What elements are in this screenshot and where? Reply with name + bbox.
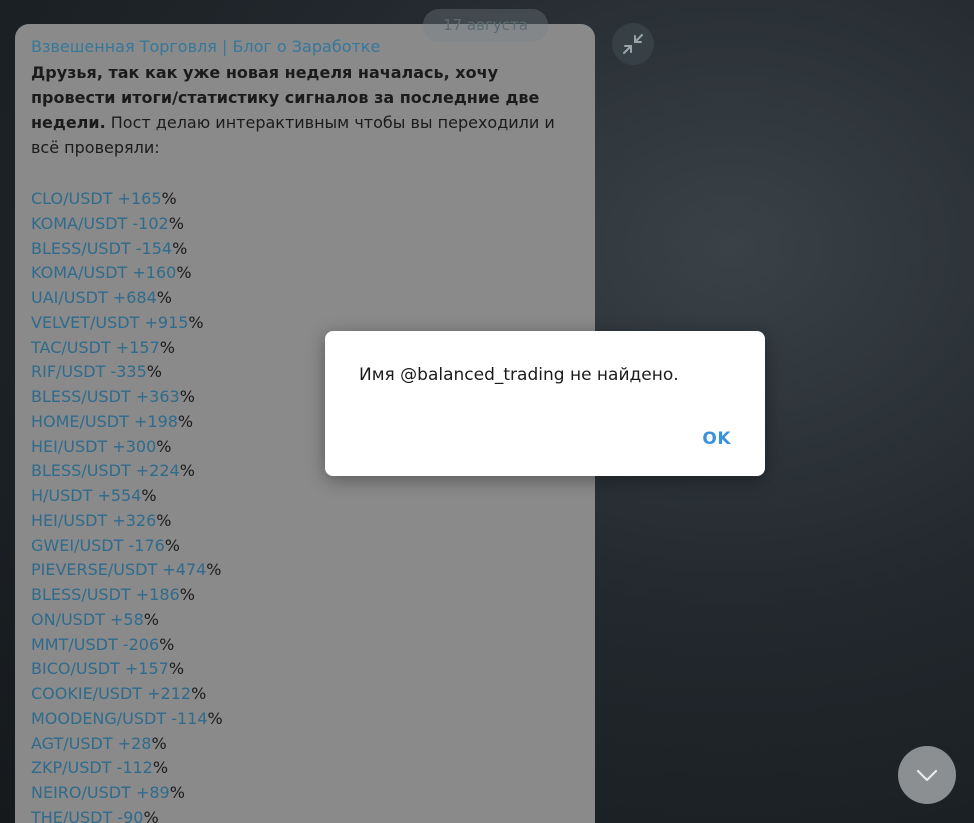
error-dialog: Имя @balanced_trading не найдено. OK: [325, 331, 765, 476]
dialog-message: Имя @balanced_trading не найдено.: [359, 365, 679, 385]
ok-button[interactable]: OK: [690, 425, 743, 453]
